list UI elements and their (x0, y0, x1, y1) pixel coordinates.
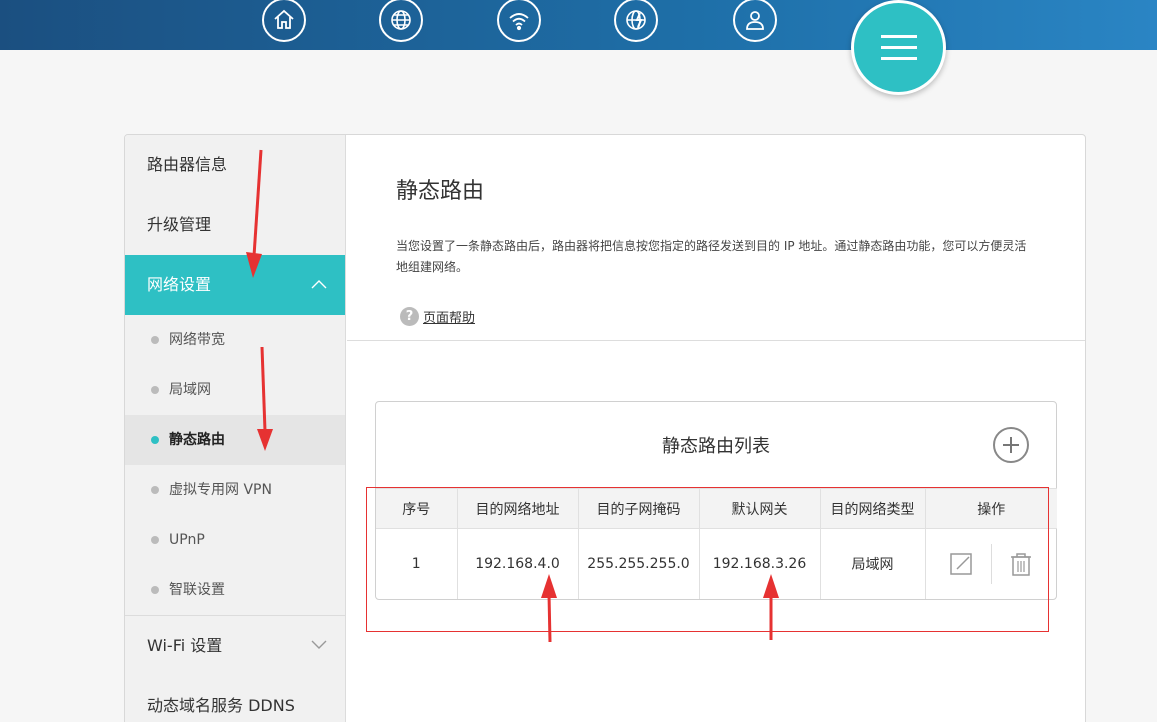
sidebar-subitem-vpn[interactable]: 虚拟专用网 VPN (125, 465, 345, 515)
add-route-button[interactable] (993, 427, 1029, 463)
globe-lightning-icon[interactable] (614, 0, 658, 42)
help-label: 页面帮助 (423, 311, 476, 326)
main-content: 静态路由 当您设置了一条静态路由后，路由器将把信息按您指定的路径发送到目的 IP… (347, 135, 1085, 722)
annotation-arrow (257, 346, 273, 451)
page-help-link[interactable]: ? 页面帮助 (400, 307, 475, 326)
top-nav-bar (0, 0, 1157, 50)
sidebar-subitem-upnp[interactable]: UPnP (125, 515, 345, 565)
sidebar-item-label: 网络设置 (147, 275, 212, 294)
sidebar: 路由器信息 升级管理 网络设置 网络带宽 局域网 静态路由 虚拟专用网 VPN … (125, 135, 346, 722)
chevron-up-icon (311, 255, 327, 315)
page-description: 当您设置了一条静态路由后，路由器将把信息按您指定的路径发送到目的 IP 地址。通… (396, 239, 1027, 274)
page-title: 静态路由 (396, 179, 485, 204)
list-title: 静态路由列表 (662, 436, 770, 457)
help-icon: ? (400, 307, 419, 326)
wifi-icon[interactable] (497, 0, 541, 42)
annotation-arrow (246, 149, 263, 278)
user-icon[interactable] (733, 0, 777, 42)
sidebar-subitem-bandwidth[interactable]: 网络带宽 (125, 315, 345, 365)
sidebar-item-ddns[interactable]: 动态域名服务 DDNS (125, 676, 345, 722)
sidebar-item-upgrade[interactable]: 升级管理 (125, 195, 345, 255)
annotation-arrow (763, 574, 779, 640)
globe-icon[interactable] (379, 0, 423, 42)
hamburger-menu-icon[interactable] (851, 0, 946, 95)
sidebar-item-router-info[interactable]: 路由器信息 (125, 135, 345, 195)
chevron-down-icon (311, 616, 327, 676)
annotation-arrow (541, 574, 557, 643)
sidebar-item-label: Wi-Fi 设置 (147, 636, 223, 655)
sidebar-subitem-static-route[interactable]: 静态路由 (125, 415, 345, 465)
sidebar-subitem-lan[interactable]: 局域网 (125, 365, 345, 415)
annotation-highlight-box (366, 487, 1049, 632)
network-submenu: 网络带宽 局域网 静态路由 虚拟专用网 VPN UPnP 智联设置 (125, 315, 345, 616)
divider (347, 340, 1085, 341)
sidebar-subitem-smart-link[interactable]: 智联设置 (125, 565, 345, 615)
sidebar-item-wifi-settings[interactable]: Wi-Fi 设置 (125, 616, 345, 676)
sidebar-item-network-settings[interactable]: 网络设置 (125, 255, 345, 315)
home-icon[interactable] (262, 0, 306, 42)
